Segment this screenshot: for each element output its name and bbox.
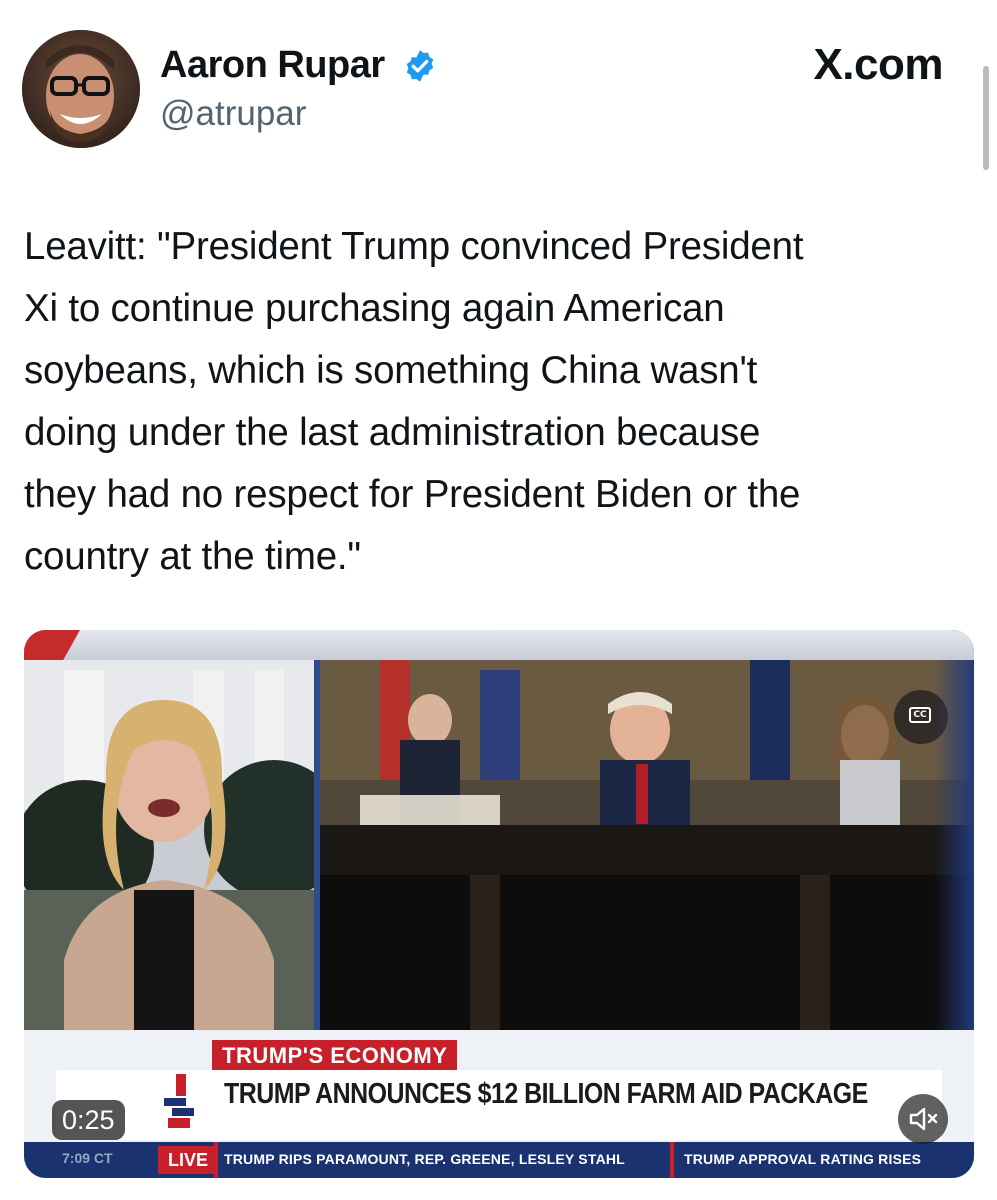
video-frame-meeting: CC <box>320 660 974 1058</box>
tweet-line: soybeans, which is something China wasn'… <box>24 349 758 392</box>
video-duration: 0:25 <box>52 1100 125 1140</box>
chyron-headline: TRUMP ANNOUNCES $12 BILLION FARM AID PAC… <box>224 1078 868 1110</box>
broadcast-time: 7:09 CT <box>62 1150 113 1166</box>
site-label: X.com <box>813 40 943 89</box>
chyron-category: TRUMP'S ECONOMY <box>212 1040 458 1072</box>
scrollbar[interactable] <box>983 66 989 170</box>
closed-captions-icon: CC <box>909 707 931 723</box>
tweet-text: Leavitt: "President Trump convinced Pres… <box>24 216 964 588</box>
tweet-line: country at the time." <box>24 535 361 578</box>
ticker-item: TRUMP RIPS PARAMOUNT, REP. GREENE, LESLE… <box>224 1151 625 1167</box>
broadcast-top-bar <box>24 630 974 660</box>
news-lower-third: TRUMP'S ECONOMY TRUMP ANNOUNCES $12 BILL… <box>24 1030 974 1178</box>
video-frame-reporter <box>24 660 314 1058</box>
tweet-line: they had no respect for President Biden … <box>24 473 801 516</box>
tweet-header: Aaron Rupar @atrupar X.com <box>0 0 997 170</box>
ticker-separator <box>214 1142 218 1178</box>
ticker-separator <box>670 1142 674 1178</box>
ticker-item: TRUMP APPROVAL RATING RISES <box>684 1151 922 1167</box>
live-badge: LIVE <box>158 1146 219 1174</box>
display-name[interactable]: Aaron Rupar <box>160 44 385 87</box>
avatar[interactable] <box>22 30 140 148</box>
handle[interactable]: @atrupar <box>160 94 306 134</box>
news-ticker: 7:09 CT LIVE TRUMP RIPS PARAMOUNT, REP. … <box>24 1142 974 1178</box>
verified-badge-icon <box>406 50 434 82</box>
tweet-line: doing under the last administration beca… <box>24 411 761 454</box>
mute-button[interactable] <box>898 1094 948 1144</box>
tweet-line: Xi to continue purchasing again American <box>24 287 725 330</box>
speaker-muted-icon <box>909 1107 938 1131</box>
tweet-line: Leavitt: "President Trump convinced Pres… <box>24 225 804 268</box>
network-logo-icon <box>164 1074 194 1128</box>
video-player[interactable]: CC TRUMP'S ECONOMY TRUMP ANNOUNCES $12 B… <box>24 630 974 1178</box>
